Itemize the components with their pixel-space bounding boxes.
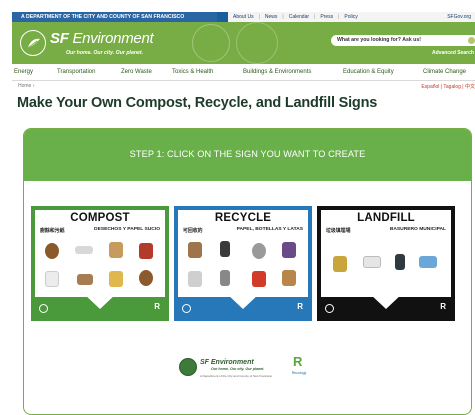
cardboard-icon	[282, 270, 296, 286]
can-icon	[252, 243, 266, 259]
pizza-box-icon	[77, 274, 93, 285]
nav-transportation[interactable]: Transportation	[57, 69, 95, 75]
down-arrow-icon	[83, 293, 117, 309]
landfill-items	[325, 238, 447, 296]
recology-wordmark: Recology	[291, 371, 307, 375]
down-arrow-icon	[226, 293, 260, 309]
sign-title: LANDFILL	[357, 212, 415, 224]
recycle-sign[interactable]: RECYCLE 可回收的 PAPEL, BOTELLAS Y LATAS R	[174, 206, 312, 321]
press-link[interactable]: Press	[315, 14, 338, 20]
sf-environment-subtext: A Department of the City and County of S…	[200, 374, 273, 378]
partner-logos: SF Environment Our home. Our city. Our p…	[179, 354, 379, 390]
recology-logo-icon: R	[440, 302, 446, 311]
coffee-grounds-icon	[109, 242, 123, 258]
calendar-link[interactable]: Calendar	[284, 14, 314, 20]
carton-icon	[282, 242, 296, 258]
nav-zero-waste[interactable]: Zero Waste	[121, 69, 152, 75]
step-header: STEP 1: CLICK ON THE SIGN YOU WANT TO CR…	[24, 129, 471, 181]
department-label: A DEPARTMENT OF THE CITY AND COUNTY OF S…	[12, 12, 217, 22]
nav-education[interactable]: Education & Equity	[343, 69, 394, 75]
language-links[interactable]: Español | Tagalog | 中文	[421, 83, 475, 90]
landfill-sign[interactable]: LANDFILL 垃圾填埋場 BASURERO MUNICIPAL R	[317, 206, 455, 321]
paper-bag-icon	[188, 242, 202, 258]
nav-energy[interactable]: Energy	[14, 69, 33, 75]
sign-subtitle-es: PAPEL, BOTELLAS Y LATAS	[236, 227, 303, 232]
brand-tagline: Our home. Our city. Our planet.	[66, 50, 144, 56]
recology-logo-icon: R	[293, 354, 303, 369]
paper-cup-icon	[45, 271, 59, 287]
plant-trimmings-icon	[139, 270, 153, 286]
plastic-cup-icon	[252, 271, 266, 287]
sign-subtitle-es: BASURERO MUNICIPAL	[389, 227, 446, 232]
recology-logo-icon: R	[297, 302, 303, 311]
breadcrumb-home[interactable]: Home ›	[18, 83, 34, 89]
top-bar: A DEPARTMENT OF THE CITY AND COUNTY OF S…	[12, 12, 475, 22]
search-input[interactable]: What are you looking for? Ask us!	[331, 35, 475, 46]
sf-environment-logo-icon	[182, 304, 191, 313]
site-header: SF Environment Our home. Our city. Our p…	[12, 22, 475, 64]
step-label: STEP 1: CLICK ON THE SIGN YOU WANT TO CR…	[129, 149, 366, 159]
gloves-icon	[419, 256, 437, 268]
sf-environment-tagline: Our home. Our city. Our planet.	[211, 367, 265, 371]
sign-subtitle-cn: 可回收的	[183, 229, 203, 234]
advanced-search-link[interactable]: Advanced Search	[432, 50, 474, 56]
policy-link[interactable]: Policy	[339, 14, 362, 20]
sf-environment-logo-icon	[325, 304, 334, 313]
sign-builder-panel: STEP 1: CLICK ON THE SIGN YOU WANT TO CR…	[23, 128, 472, 415]
down-arrow-icon	[369, 293, 403, 309]
sign-title: COMPOST	[70, 212, 130, 224]
nav-toxics-health[interactable]: Toxics & Health	[172, 69, 213, 75]
sf-environment-wordmark: SF Environment	[200, 359, 254, 366]
breadcrumb-bar: Home › Español | Tagalog | 中文	[12, 82, 475, 91]
sign-subtitle-es: DESECHOS Y PAPEL SUCIO	[94, 227, 160, 232]
sign-subtitle-cn: 垃圾填埋場	[326, 229, 351, 234]
nav-climate-change[interactable]: Climate Change	[423, 69, 466, 75]
sign-title: RECYCLE	[214, 212, 272, 224]
napkin-icon	[75, 246, 93, 254]
food-scraps-icon	[45, 243, 59, 259]
search-button-icon[interactable]	[468, 37, 475, 44]
sfgov-link[interactable]: SFGov.org	[442, 14, 475, 20]
page-title: Make Your Own Compost, Recycle, and Land…	[17, 95, 378, 111]
chip-bag-icon	[333, 256, 347, 272]
plastic-wrap-icon	[363, 256, 381, 268]
compost-sign[interactable]: COMPOST 廚餘和污紙 DESECHOS Y PAPEL SUCIO R	[31, 206, 169, 321]
sf-environment-logo-icon[interactable]	[20, 30, 46, 56]
sf-environment-logo-icon	[179, 358, 197, 376]
utility-links: About Us | News | Calendar | Press | Policy …	[228, 12, 475, 22]
sf-environment-logo-icon	[39, 304, 48, 313]
battery-wrapper-icon	[395, 254, 405, 270]
newspaper-icon	[188, 271, 202, 287]
sign-subtitle-cn: 廚餘和污紙	[40, 229, 65, 234]
compost-items	[39, 238, 161, 296]
recology-logo-icon: R	[154, 302, 160, 311]
city-seal-icon	[192, 24, 230, 62]
brand-name[interactable]: SF Environment	[50, 30, 154, 47]
nav-buildings[interactable]: Buildings & Environments	[243, 69, 311, 75]
takeout-box-icon	[109, 271, 123, 287]
fruit-icon	[139, 243, 153, 259]
about-us-link[interactable]: About Us	[228, 14, 259, 20]
main-nav: Energy Transportation Zero Waste Toxics …	[12, 64, 475, 81]
jar-icon	[220, 270, 230, 286]
city-seal-watermark-icon	[236, 22, 278, 64]
recycle-items	[182, 238, 304, 296]
news-link[interactable]: News	[260, 14, 283, 20]
bottle-icon	[220, 241, 230, 257]
